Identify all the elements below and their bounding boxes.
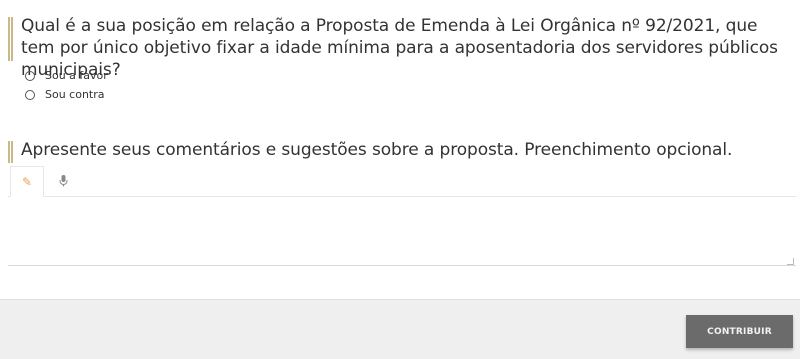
tab-audio[interactable] xyxy=(46,166,80,196)
question-1-options: Sou a favor Sou contra xyxy=(25,66,108,104)
option-label: Sou contra xyxy=(45,88,105,101)
resize-handle-icon[interactable] xyxy=(787,258,794,265)
microphone-icon xyxy=(59,175,67,187)
option-sou-a-favor[interactable]: Sou a favor xyxy=(25,66,108,85)
comments-textarea[interactable] xyxy=(8,197,796,266)
pencil-icon: ✎ xyxy=(21,174,33,189)
submit-button[interactable]: CONTRIBUIR xyxy=(686,315,793,348)
option-sou-contra[interactable]: Sou contra xyxy=(25,85,108,104)
radio-button[interactable] xyxy=(25,70,35,81)
question-2-text: Apresente seus comentários e sugestões s… xyxy=(21,140,733,160)
option-label: Sou a favor xyxy=(45,69,108,82)
radio-button[interactable] xyxy=(25,89,35,100)
question-1-text: Qual é a sua posição em relação a Propos… xyxy=(21,16,778,80)
input-mode-tabs: ✎ xyxy=(8,166,796,197)
footer-bar: CONTRIBUIR xyxy=(0,299,800,359)
question-accent-bar xyxy=(8,17,13,61)
question-accent-bar xyxy=(8,141,13,163)
tab-text[interactable]: ✎ xyxy=(10,166,44,197)
question-1: Qual é a sua posição em relação a Propos… xyxy=(8,15,793,81)
question-2: Apresente seus comentários e sugestões s… xyxy=(8,139,793,163)
